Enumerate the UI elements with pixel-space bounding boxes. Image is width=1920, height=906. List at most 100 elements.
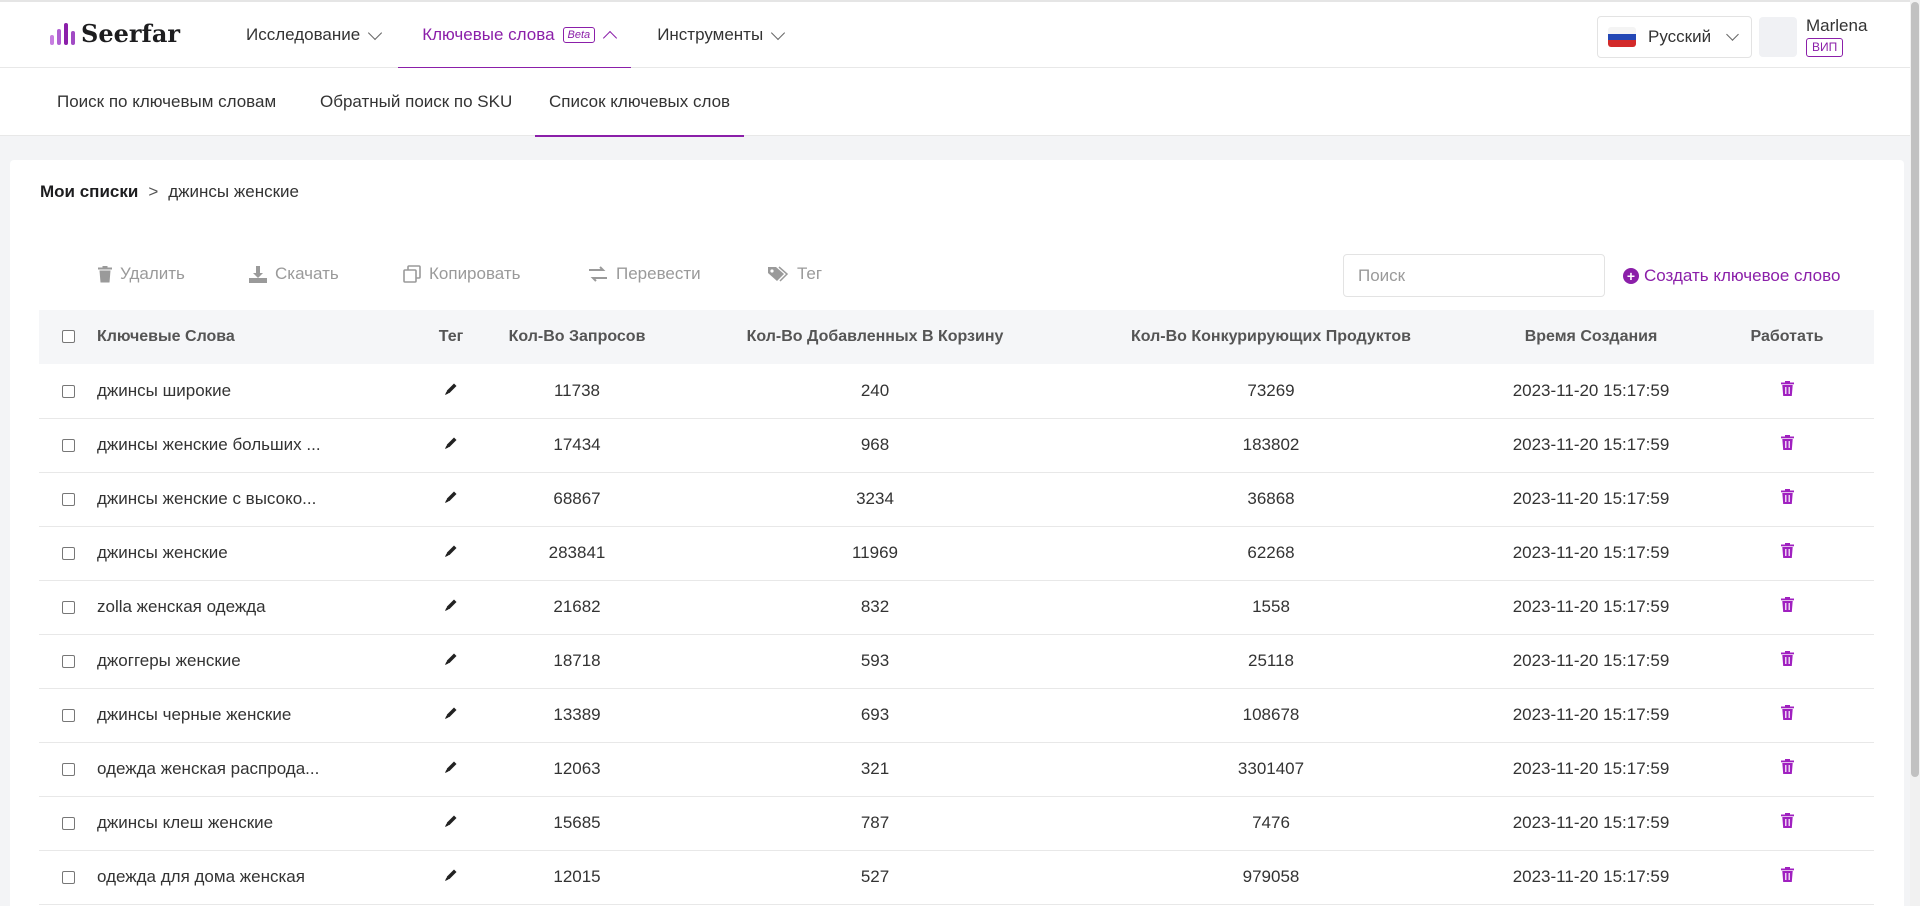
- breadcrumb-root[interactable]: Мои списки: [40, 182, 138, 201]
- create-keyword-label: Создать ключевое слово: [1644, 265, 1841, 285]
- tag-cell: [438, 580, 464, 635]
- page-scrollbar[interactable]: [1910, 0, 1920, 906]
- cart-cell: 3234: [690, 472, 1060, 527]
- trash-icon: [98, 265, 112, 283]
- search-input[interactable]: [1343, 254, 1605, 297]
- trash-icon[interactable]: [1780, 705, 1794, 725]
- trash-icon[interactable]: [1780, 597, 1794, 617]
- copy-button[interactable]: Копировать: [403, 254, 521, 294]
- table-row: джинсы широкие 11738 240 73269 2023-11-20 15…: [39, 364, 1874, 419]
- select-all-checkbox[interactable]: [61, 330, 75, 344]
- keyword-cell: джинсы широкие: [97, 364, 438, 419]
- row-checkbox[interactable]: [61, 601, 75, 615]
- pencil-icon[interactable]: [444, 813, 458, 833]
- queries-cell: 68867: [464, 472, 690, 527]
- trash-icon[interactable]: [1780, 813, 1794, 833]
- action-cell: [1700, 418, 1874, 473]
- created-cell: 2023-11-20 15:17:59: [1482, 580, 1700, 635]
- translate-label: Перевести: [616, 264, 701, 283]
- pencil-icon[interactable]: [444, 705, 458, 725]
- language-label: Русский: [1648, 27, 1712, 46]
- nav-item-keywords[interactable]: Ключевые слова Beta: [398, 2, 632, 69]
- created-cell: 2023-11-20 15:17:59: [1482, 472, 1700, 527]
- pencil-icon[interactable]: [444, 867, 458, 887]
- tag-cell: [438, 634, 464, 689]
- queries-cell: 21682: [464, 580, 690, 635]
- queries-cell: 11738: [464, 364, 690, 419]
- create-keyword-button[interactable]: + Создать ключевое слово: [1623, 254, 1840, 297]
- select-all-cell: [39, 310, 97, 364]
- scrollbar-thumb[interactable]: [1911, 2, 1919, 777]
- nav-item-research[interactable]: Исследование: [246, 2, 383, 68]
- trash-icon[interactable]: [1780, 759, 1794, 779]
- trash-icon[interactable]: [1780, 380, 1794, 401]
- tag-button[interactable]: Тег: [767, 254, 822, 294]
- row-checkbox[interactable]: [61, 709, 75, 723]
- trash-icon[interactable]: [1780, 435, 1794, 455]
- tab-keyword-list[interactable]: Список ключевых слов: [534, 68, 745, 137]
- row-checkbox[interactable]: [61, 763, 75, 777]
- table-row: джинсы женские 283841 11969 62268 2023-11-20…: [39, 526, 1874, 581]
- row-select-cell: [39, 364, 97, 419]
- action-cell: [1700, 580, 1874, 635]
- row-checkbox[interactable]: [61, 817, 75, 831]
- plus-circle-icon: +: [1623, 267, 1639, 284]
- row-select-cell: [39, 688, 97, 743]
- row-checkbox[interactable]: [61, 439, 75, 453]
- avatar[interactable]: [1759, 17, 1797, 57]
- header-competitors[interactable]: Кол-Во Конкурирующих Продуктов: [1060, 310, 1482, 364]
- download-label: Скачать: [275, 264, 339, 283]
- cart-cell: 240: [690, 364, 1060, 419]
- trash-icon[interactable]: [1780, 489, 1794, 509]
- translate-icon: [588, 266, 608, 282]
- header-queries[interactable]: Кол-Во Запросов: [464, 310, 690, 364]
- row-checkbox[interactable]: [61, 547, 75, 561]
- chevron-up-icon: [603, 30, 618, 45]
- tab-reverse-sku[interactable]: Обратный поиск по SKU: [320, 68, 512, 136]
- header-cart[interactable]: Кол-Во Добавленных В Корзину: [690, 310, 1060, 364]
- keyword-cell: одежда для дома женская: [97, 850, 438, 905]
- table-row: джинсы клеш женские 15685 787 7476 2023-11-2…: [39, 796, 1874, 851]
- header-created[interactable]: Время Создания: [1482, 310, 1700, 364]
- logo[interactable]: Seerfar: [50, 19, 180, 48]
- trash-icon[interactable]: [1780, 867, 1794, 887]
- tag-cell: [438, 850, 464, 905]
- trash-icon[interactable]: [1780, 651, 1794, 671]
- pencil-icon[interactable]: [444, 759, 458, 779]
- header-keyword[interactable]: Ключевые Слова: [97, 310, 438, 364]
- nav-item-tools[interactable]: Инструменты: [657, 2, 786, 68]
- pencil-icon[interactable]: [444, 651, 458, 671]
- pencil-icon[interactable]: [444, 543, 458, 563]
- pencil-icon[interactable]: [444, 435, 458, 455]
- pencil-icon[interactable]: [444, 381, 458, 401]
- row-checkbox[interactable]: [61, 655, 75, 669]
- queries-cell: 283841: [464, 526, 690, 581]
- tag-cell: [438, 688, 464, 743]
- competitors-cell: 73269: [1060, 364, 1482, 419]
- cart-cell: 593: [690, 634, 1060, 689]
- row-checkbox[interactable]: [61, 384, 75, 398]
- trash-icon[interactable]: [1780, 543, 1794, 563]
- action-cell: [1700, 472, 1874, 527]
- action-cell: [1700, 526, 1874, 581]
- competitors-cell: 25118: [1060, 634, 1482, 689]
- logo-text: Seerfar: [81, 19, 181, 48]
- competitors-cell: 183802: [1060, 418, 1482, 473]
- pencil-icon[interactable]: [444, 489, 458, 509]
- row-checkbox[interactable]: [61, 871, 75, 885]
- pencil-icon[interactable]: [444, 597, 458, 617]
- breadcrumb-current: джинсы женские: [168, 182, 299, 201]
- keyword-cell: джинсы черные женские: [97, 688, 438, 743]
- created-cell: 2023-11-20 15:17:59: [1482, 364, 1700, 419]
- row-select-cell: [39, 472, 97, 527]
- row-checkbox[interactable]: [61, 493, 75, 507]
- main-nav: Исследование Ключевые слова Beta Инструм…: [246, 2, 825, 69]
- download-button[interactable]: Скачать: [249, 254, 339, 294]
- delete-button[interactable]: Удалить: [98, 254, 185, 294]
- user-menu[interactable]: Marlena ВИП: [1806, 16, 1867, 57]
- tag-cell: [438, 472, 464, 527]
- language-select[interactable]: Русский: [1597, 16, 1752, 58]
- competitors-cell: 7476: [1060, 796, 1482, 851]
- translate-button[interactable]: Перевести: [588, 254, 701, 294]
- tab-keyword-search[interactable]: Поиск по ключевым словам: [57, 68, 276, 136]
